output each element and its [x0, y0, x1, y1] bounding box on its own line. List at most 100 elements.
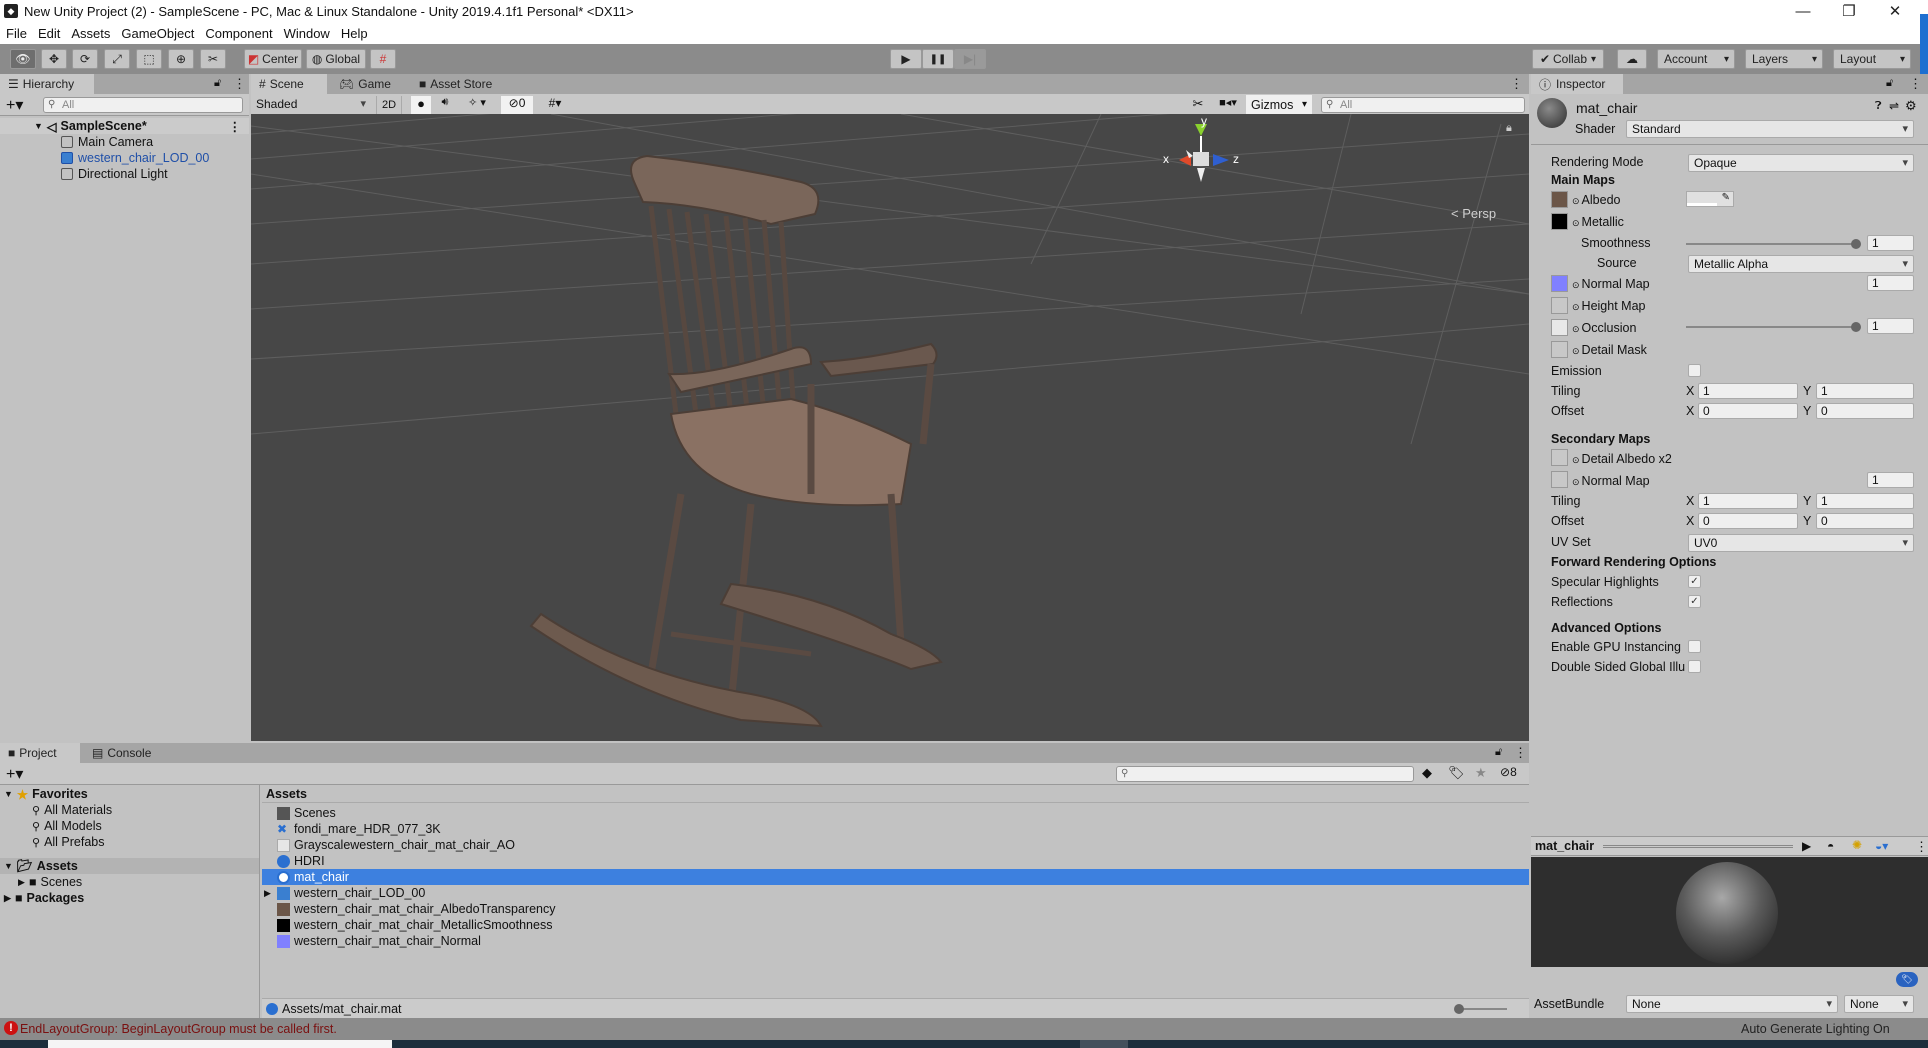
audio-toggle[interactable]: 🔊︎: [435, 96, 455, 114]
preview-light-icon[interactable]: ✺: [1852, 838, 1862, 852]
double-sided-gi-checkbox[interactable]: [1688, 660, 1701, 673]
secondary-normal-label[interactable]: ⊙ Normal Map: [1572, 474, 1650, 488]
lock-icon[interactable]: 🔓︎: [214, 77, 221, 90]
menu-file[interactable]: File: [6, 26, 27, 41]
minimize-button[interactable]: —: [1780, 0, 1826, 22]
hierarchy-item[interactable]: western_chair_LOD_00: [0, 150, 249, 166]
smoothness-slider-knob[interactable]: [1851, 239, 1861, 249]
main-offset-y-field[interactable]: 0: [1816, 403, 1914, 419]
normal-map-texture-slot[interactable]: [1551, 275, 1568, 292]
search-by-label-icon[interactable]: 🏷︎: [1448, 765, 1465, 781]
effects-dropdown[interactable]: ✧ ▾: [459, 96, 495, 114]
main-tiling-x-field[interactable]: 1: [1698, 383, 1798, 399]
secondary-tiling-x-field[interactable]: 1: [1698, 493, 1798, 509]
secondary-offset-y-field[interactable]: 0: [1816, 513, 1914, 529]
hidden-packages-toggle[interactable]: ⊘8: [1500, 765, 1517, 779]
asset-row[interactable]: Scenes: [262, 805, 1529, 821]
hierarchy-item[interactable]: Directional Light: [0, 166, 249, 182]
lock-icon[interactable]: 🔓︎: [1495, 746, 1502, 759]
detail-albedo-label[interactable]: ⊙ Detail Albedo x2: [1572, 452, 1672, 466]
asset-row-selected[interactable]: mat_chair: [262, 869, 1529, 885]
2d-toggle[interactable]: 2D: [376, 96, 402, 114]
account-dropdown[interactable]: Account ▾: [1657, 49, 1735, 69]
object-picker-icon[interactable]: ⊙: [1572, 218, 1580, 228]
material-preview-area[interactable]: [1531, 857, 1928, 967]
normal-scale-field[interactable]: 1: [1867, 275, 1914, 291]
scene-tools-button[interactable]: ✂: [1187, 96, 1209, 114]
asset-row[interactable]: ▶ western_chair_LOD_00: [262, 885, 1529, 901]
more-menu-icon[interactable]: ⋮: [233, 76, 246, 92]
preview-mesh-dropdown[interactable]: ◒▾: [1875, 839, 1888, 853]
preview-sphere-icon[interactable]: ◓: [1827, 839, 1834, 853]
expand-arrow-icon[interactable]: ▼: [34, 121, 43, 131]
menu-component[interactable]: Component: [205, 26, 272, 41]
occlusion-label[interactable]: ⊙ Occlusion: [1572, 321, 1636, 335]
asset-row[interactable]: HDRI: [262, 853, 1529, 869]
detail-mask-label[interactable]: ⊙ Detail Mask: [1572, 343, 1647, 357]
favorite-item[interactable]: ⚲ All Materials: [0, 802, 259, 818]
favorite-star-icon[interactable]: ★: [1475, 765, 1487, 781]
asset-breadcrumb[interactable]: Assets: [262, 785, 1529, 803]
object-picker-icon[interactable]: ⊙: [1572, 324, 1580, 334]
gpu-instancing-checkbox[interactable]: [1688, 640, 1701, 653]
scene-viewport[interactable]: y x z 🔒︎ < Persp: [251, 114, 1529, 741]
more-menu-icon[interactable]: ⋮: [1915, 839, 1928, 855]
snap-button[interactable]: #: [370, 49, 396, 69]
preset-icon[interactable]: ⇌: [1889, 99, 1899, 113]
menu-edit[interactable]: Edit: [38, 26, 60, 41]
move-tool-button[interactable]: ✥: [41, 49, 67, 69]
projection-toggle[interactable]: < Persp: [1451, 206, 1496, 221]
create-button[interactable]: +▾: [6, 764, 23, 784]
expand-arrow-icon[interactable]: ▼: [4, 861, 13, 871]
asset-row[interactable]: western_chair_mat_chair_MetallicSmoothne…: [262, 917, 1529, 933]
gear-icon[interactable]: ⚙: [1905, 98, 1917, 114]
pause-button[interactable]: ❚❚: [922, 49, 954, 69]
asset-row[interactable]: Grayscalewestern_chair_mat_chair_AO: [262, 837, 1529, 853]
icon-size-slider-knob[interactable]: [1454, 1004, 1464, 1014]
occlusion-slider-knob[interactable]: [1851, 322, 1861, 332]
view-tool-button[interactable]: 👁: [10, 49, 36, 69]
custom-tool-button[interactable]: ✂: [200, 49, 226, 69]
uv-set-dropdown[interactable]: UV0: [1688, 534, 1914, 552]
asset-row[interactable]: western_chair_mat_chair_Normal: [262, 933, 1529, 949]
favorite-item[interactable]: ⚲ All Prefabs: [0, 834, 259, 850]
more-menu-icon[interactable]: ⋮: [1510, 76, 1523, 92]
auto-lighting-status[interactable]: Auto Generate Lighting On: [1741, 1022, 1890, 1036]
occlusion-value-field[interactable]: 1: [1867, 318, 1914, 334]
rotate-tool-button[interactable]: ⟳: [72, 49, 98, 69]
smoothness-value-field[interactable]: 1: [1867, 235, 1914, 251]
occlusion-slider[interactable]: [1686, 326, 1856, 328]
expand-arrow-icon[interactable]: ▼: [4, 789, 13, 799]
close-button[interactable]: ✕: [1872, 0, 1918, 22]
menu-assets[interactable]: Assets: [71, 26, 110, 41]
hidden-objects-toggle[interactable]: ⊘0: [501, 96, 533, 114]
transform-tool-button[interactable]: ⊕: [168, 49, 194, 69]
albedo-color-field[interactable]: ✎: [1686, 191, 1734, 207]
project-search-input[interactable]: [1116, 766, 1414, 782]
maximize-button[interactable]: ❐: [1826, 0, 1872, 22]
icon-size-slider[interactable]: [1457, 1008, 1507, 1010]
help-icon[interactable]: ❓︎: [1875, 100, 1882, 113]
hierarchy-item[interactable]: Main Camera: [0, 134, 249, 150]
scene-more-icon[interactable]: ⋮: [229, 119, 242, 134]
object-picker-icon[interactable]: ⊙: [1572, 280, 1580, 290]
object-picker-icon[interactable]: ⊙: [1572, 455, 1580, 465]
albedo-texture-slot[interactable]: [1551, 191, 1568, 208]
orientation-gizmo[interactable]: [1179, 124, 1229, 182]
grid-dropdown[interactable]: #▾: [537, 96, 573, 114]
packages-folder-row[interactable]: ▶ ■ Packages: [0, 890, 259, 906]
rendering-mode-dropdown[interactable]: Opaque: [1688, 154, 1914, 172]
scenes-folder-row[interactable]: ▶ ■ Scenes: [0, 874, 259, 890]
shader-dropdown[interactable]: Standard: [1626, 120, 1914, 138]
detail-albedo-texture-slot[interactable]: [1551, 449, 1568, 466]
preview-drag-handle[interactable]: [1603, 845, 1793, 848]
tab-hierarchy[interactable]: ☰ Hierarchy: [0, 74, 94, 94]
tab-asset-store[interactable]: ■ Asset Store: [411, 74, 500, 94]
console-error-message[interactable]: EndLayoutGroup: BeginLayoutGroup must be…: [20, 1022, 337, 1036]
gizmos-dropdown[interactable]: Gizmos ▾: [1246, 95, 1312, 115]
expand-arrow-icon[interactable]: ▶: [264, 888, 271, 899]
search-by-type-icon[interactable]: ◆: [1422, 765, 1432, 781]
object-picker-icon[interactable]: ⊙: [1572, 346, 1580, 356]
camera-dropdown[interactable]: ■◂▾: [1213, 96, 1243, 114]
favorite-item[interactable]: ⚲ All Models: [0, 818, 259, 834]
